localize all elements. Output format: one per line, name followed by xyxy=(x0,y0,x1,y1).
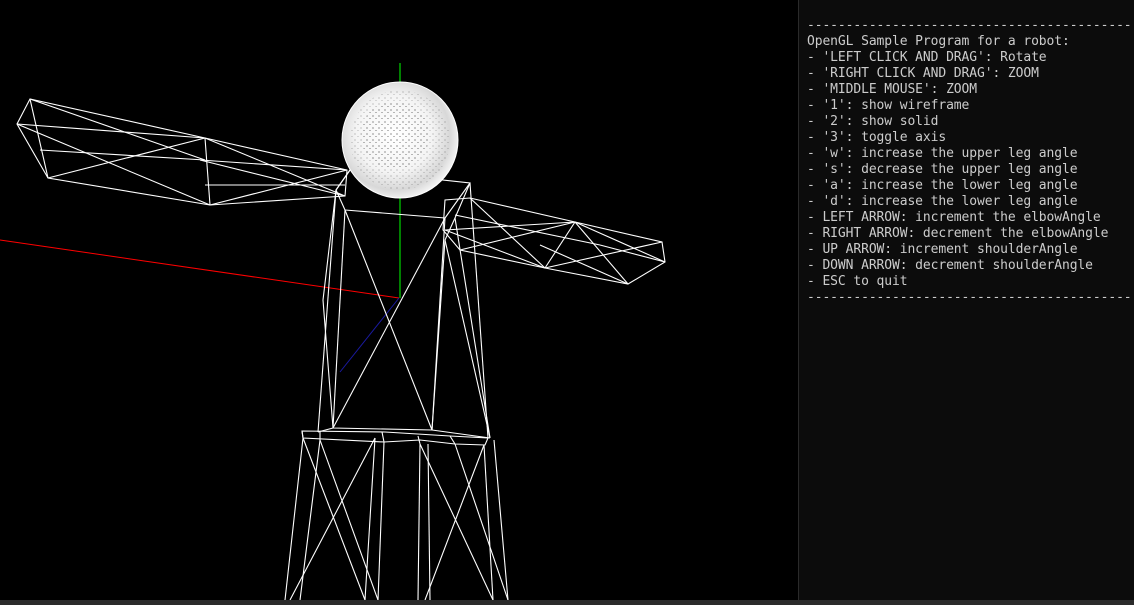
console-help-line: - 'd': increase the lower leg angle xyxy=(807,194,1078,209)
app-window: ----------------------------------------… xyxy=(0,0,1134,605)
console-help-line: - '1': show wireframe xyxy=(807,98,970,113)
console-help-line: - 's': decrease the upper leg angle xyxy=(807,162,1078,177)
console-separator-bottom: ----------------------------------------… xyxy=(807,290,1132,305)
z-axis-line xyxy=(339,297,400,373)
left-arm-wireframe xyxy=(16,98,348,206)
x-axis-line xyxy=(0,239,400,299)
console-help-line: - '2': show solid xyxy=(807,114,939,129)
opengl-viewport[interactable] xyxy=(0,0,798,600)
console-help-line: - '3': toggle axis xyxy=(807,130,947,145)
window-bottom-border xyxy=(0,600,1134,605)
console-help-line: - LEFT ARROW: increment the elbowAngle xyxy=(807,210,1101,225)
console-output: ----------------------------------------… xyxy=(798,0,1134,600)
console-title: OpenGL Sample Program for a robot: xyxy=(807,34,1070,49)
console-help-line: - 'RIGHT CLICK AND DRAG': ZOOM xyxy=(807,66,1039,81)
robot-head-sphere xyxy=(341,81,459,199)
console-help-line: - 'w': increase the upper leg angle xyxy=(807,146,1078,161)
console-help-line: - 'LEFT CLICK AND DRAG': Rotate xyxy=(807,50,1047,65)
torso-wireframe xyxy=(317,169,491,439)
console-help-line: - 'MIDDLE MOUSE': ZOOM xyxy=(807,82,977,97)
console-help-line: - ESC to quit xyxy=(807,274,908,289)
console-separator-top: ----------------------------------------… xyxy=(807,18,1132,33)
console-help-line: - DOWN ARROW: decrement shoulderAngle xyxy=(807,258,1093,273)
robot-scene[interactable] xyxy=(0,0,798,600)
console-help-line: - RIGHT ARROW: decrement the elbowAngle xyxy=(807,226,1109,241)
console-help-line: - UP ARROW: increment shoulderAngle xyxy=(807,242,1078,257)
legs-wireframe xyxy=(284,430,509,600)
console-help-line: - 'a': increase the lower leg angle xyxy=(807,178,1078,193)
